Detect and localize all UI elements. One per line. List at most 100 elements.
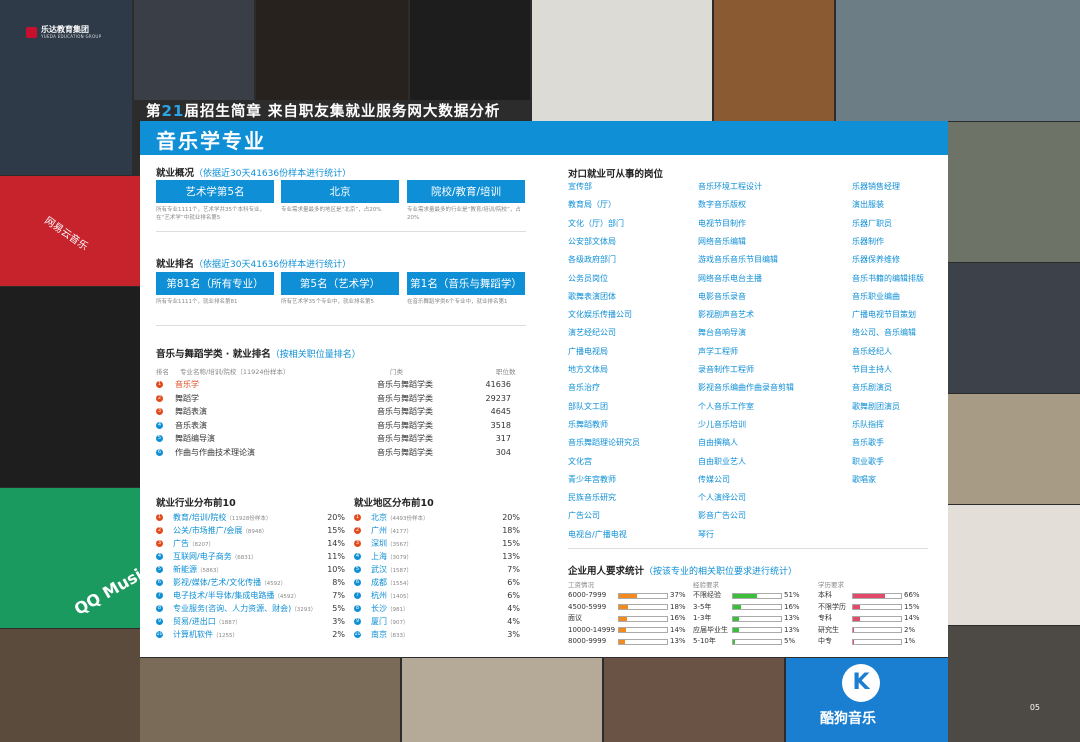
photo-ensemble xyxy=(402,658,602,742)
divider xyxy=(156,325,526,326)
job-item: 乐器厂职员 xyxy=(852,218,892,228)
salary-label: 6000-7999 xyxy=(568,591,607,599)
overview-box-2: 北京 xyxy=(281,180,399,203)
region-count: （1587） xyxy=(387,568,412,574)
rank-badge: 7 xyxy=(354,592,361,599)
headline-prefix: 第 xyxy=(146,104,162,120)
job-item: 自由撰稿人 xyxy=(698,438,738,448)
region-count: （4177） xyxy=(387,529,412,535)
salary-bar-fill xyxy=(619,616,627,621)
education-label: 研究生 xyxy=(818,625,839,634)
photo-guitar xyxy=(948,394,1080,504)
photo-hall xyxy=(604,658,784,742)
job-item: 公务员岗位 xyxy=(568,273,608,283)
list-item: 3 广告（8207） 14% xyxy=(156,538,345,550)
industry-name: 互联网/电子商务 xyxy=(173,552,232,561)
photo-band xyxy=(256,0,408,100)
brand-name: 乐达教育集团 xyxy=(41,25,89,34)
table-row: 2 舞蹈学 音乐与舞蹈学类 29237 xyxy=(156,392,520,405)
industry-pct: 20% xyxy=(327,513,345,522)
region-name: 南京 xyxy=(371,630,387,639)
job-item: 网络音乐电台主播 xyxy=(698,273,762,283)
industry-name: 电子技术/半导体/集成电路播 xyxy=(173,591,275,600)
salary-bar-fill xyxy=(619,593,637,598)
category-name: 作曲与作曲技术理论演 xyxy=(175,447,255,457)
category-name: 音乐学 xyxy=(175,380,199,389)
photo-pianist xyxy=(0,287,140,487)
experience-bar xyxy=(732,604,782,610)
experience-bar-fill xyxy=(733,616,740,621)
region-count: （3567） xyxy=(387,542,412,548)
region-count: （833） xyxy=(387,633,409,639)
education-label: 专科 xyxy=(818,614,832,622)
salary-bar xyxy=(618,627,668,633)
requirements-note: （按该专业的相关职位要求进行统计） xyxy=(644,567,798,577)
ranking-title-text: 就业排名 xyxy=(156,259,195,270)
salary-bar-fill xyxy=(619,628,626,632)
category-count: 29237 xyxy=(485,393,511,403)
region-name: 成都 xyxy=(371,578,387,587)
experience-pct: 13% xyxy=(784,614,800,622)
region-count: （1405） xyxy=(387,594,412,600)
job-item: 歌舞表演团体 xyxy=(568,291,616,301)
experience-pct: 13% xyxy=(784,625,800,634)
experience-bar xyxy=(732,638,782,645)
ranking-title: 就业排名（依据近30天41636份样本进行统计） xyxy=(156,256,351,270)
job-item: 乐舞蹈教师 xyxy=(568,419,608,429)
region-count: （4493份样本） xyxy=(387,516,429,522)
ranking-note: （依据近30天41636份样本进行统计） xyxy=(194,260,352,270)
salary-head: 工资情况 xyxy=(568,581,594,589)
photo-orchestra xyxy=(948,626,1080,742)
job-item: 乐器保养维修 xyxy=(852,255,900,265)
main-panel: 音乐学专业 就业概况（依据近30天41636份样本进行统计） 艺术学第5名 北京… xyxy=(140,121,948,657)
experience-label: 不限经验 xyxy=(693,591,721,599)
category-col-rank: 排名 xyxy=(156,368,169,376)
region-pct: 6% xyxy=(507,578,520,587)
table-row: 3 舞蹈表演 音乐与舞蹈学类 4645 xyxy=(156,405,520,418)
job-item: 个人演绎公司 xyxy=(698,493,746,503)
region-name: 北京 xyxy=(371,513,387,522)
job-item: 电视节目制作 xyxy=(698,218,746,228)
industry-pct: 15% xyxy=(327,526,345,535)
job-item: 节目主持人 xyxy=(852,365,892,374)
experience-bar-fill xyxy=(733,639,736,644)
industry-pct: 2% xyxy=(332,630,345,639)
industry-pct: 8% xyxy=(332,578,345,587)
requirements-title-text: 企业用人要求统计 xyxy=(568,566,645,577)
category-count: 317 xyxy=(495,434,511,443)
list-item: 1 北京（4493份样本） 20% xyxy=(354,512,520,524)
overview-box-1: 艺术学第5名 xyxy=(156,180,274,203)
industry-count: （1887） xyxy=(215,620,241,626)
education-pct: 15% xyxy=(904,602,920,611)
photo-crowd xyxy=(948,122,1080,262)
job-item: 电影音乐录音 xyxy=(698,291,746,301)
job-item: 音乐剧演员 xyxy=(852,383,892,393)
category-note: （按相关职位量排名） xyxy=(270,350,361,360)
industry-pct: 11% xyxy=(327,552,345,561)
job-item: 公安部文体局 xyxy=(568,236,616,246)
job-item: 广播电视节目策划 xyxy=(852,310,916,320)
education-pct: 14% xyxy=(904,614,920,622)
category-type: 音乐与舞蹈学类 xyxy=(377,407,433,416)
category-type: 音乐与舞蹈学类 xyxy=(377,380,433,389)
industry-count: （11928份样本） xyxy=(226,516,272,522)
rank-badge: 6 xyxy=(156,579,163,586)
list-item: 4 互联网/电子商务（6831） 11% xyxy=(156,551,345,563)
job-item: 歌唱家 xyxy=(852,474,876,484)
brand-sub: YUEDA EDUCATION GROUP xyxy=(41,34,102,39)
rank-badge: 5 xyxy=(156,435,163,442)
industry-count: （4592） xyxy=(261,581,287,587)
category-title-text: 音乐与舞蹈学类 · 就业排名 xyxy=(156,349,271,360)
region-pct: 13% xyxy=(502,552,520,561)
region-count: （3079） xyxy=(387,555,412,561)
photo-piano xyxy=(410,0,530,100)
region-pct: 20% xyxy=(502,513,520,522)
rank-badge: 8 xyxy=(354,605,361,612)
job-item: 职业歌手 xyxy=(852,456,884,466)
region-pct: 4% xyxy=(507,604,520,613)
rank-badge: 3 xyxy=(156,540,163,547)
industry-count: （4592） xyxy=(274,594,300,600)
education-bar xyxy=(852,592,902,599)
industry-count: （3293） xyxy=(291,607,317,613)
experience-label: 5-10年 xyxy=(693,637,716,645)
